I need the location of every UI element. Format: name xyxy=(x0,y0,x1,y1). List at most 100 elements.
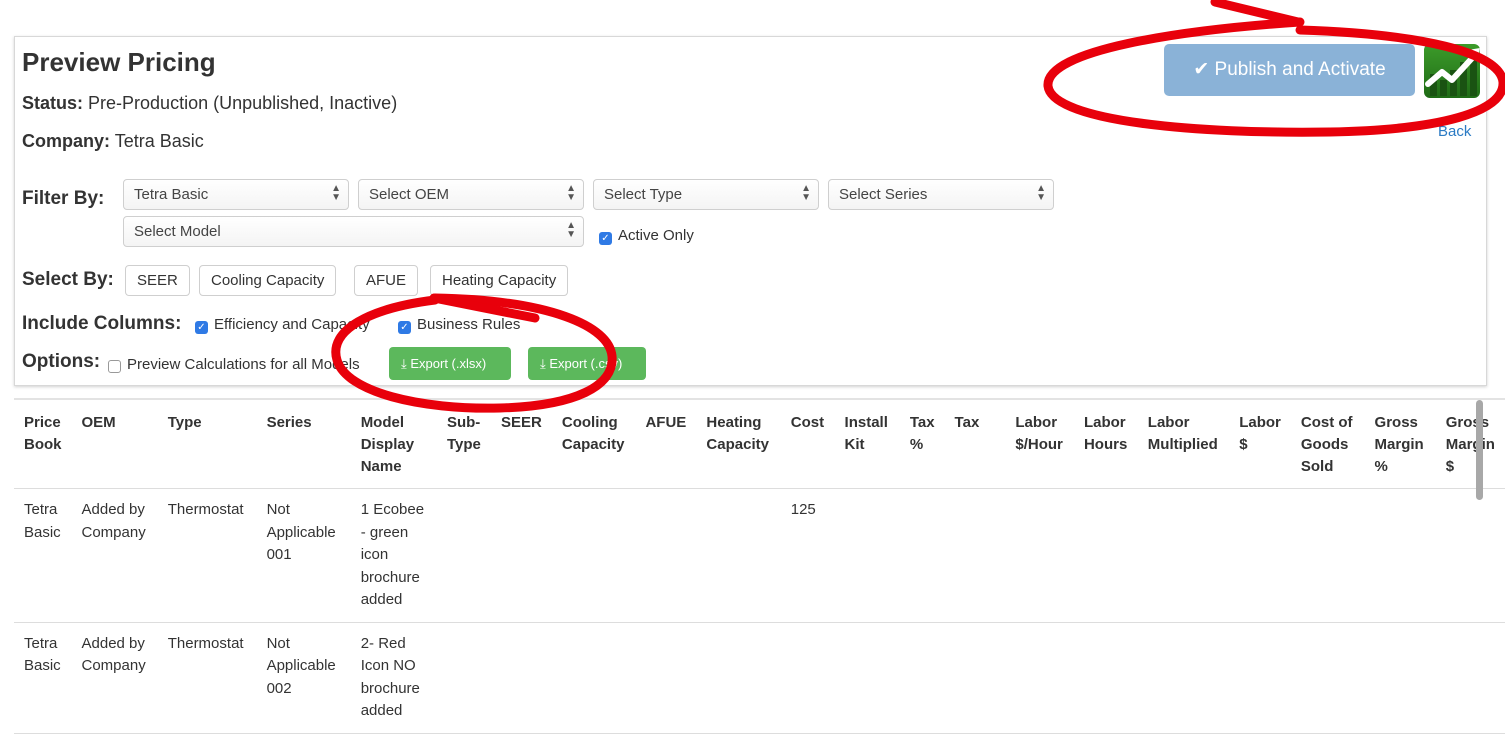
table-cell xyxy=(899,622,945,734)
column-header[interactable]: Model Display Name xyxy=(350,398,437,489)
table-cell: Added by Company xyxy=(71,622,158,734)
select-by-heating-capacity-button[interactable]: Heating Capacity xyxy=(430,265,569,296)
column-header[interactable]: OEM xyxy=(71,398,158,489)
column-header[interactable]: Labor Multiplied xyxy=(1137,398,1230,489)
select-arrows-icon: ▲ ▼ xyxy=(801,183,811,203)
select-by-afue-button[interactable]: AFUE xyxy=(354,265,419,296)
table-cell xyxy=(635,488,697,623)
options-label: Options: xyxy=(22,351,101,372)
table-cell xyxy=(1229,488,1291,623)
column-header[interactable]: Cost xyxy=(780,398,835,489)
column-header[interactable]: SEER xyxy=(490,398,552,489)
oem-select[interactable]: Select OEM ▲ ▼ xyxy=(358,179,584,210)
check-icon: ✔ xyxy=(1193,59,1210,80)
export-xlsx-button[interactable]: ⤓ Export (.xlsx) xyxy=(389,347,511,380)
select-arrows-icon: ▲ ▼ xyxy=(1036,183,1046,203)
table-cell xyxy=(436,488,491,623)
export-csv-label: Export (.csv) xyxy=(549,356,623,371)
column-header[interactable]: Gross Margin % xyxy=(1364,398,1436,489)
status-value: Pre-Production (Unpublished, Inactive) xyxy=(88,93,398,113)
table-cell xyxy=(1137,488,1230,623)
include-columns-label: Include Columns: xyxy=(22,313,182,334)
series-select[interactable]: Select Series ▲ ▼ xyxy=(828,179,1054,210)
business-rules-checkbox[interactable]: ✓ xyxy=(398,321,411,334)
table-cell: Not Applicable 001 xyxy=(256,488,351,623)
column-header[interactable]: Labor $/Hour xyxy=(1005,398,1074,489)
column-header[interactable]: Labor Hours xyxy=(1073,398,1138,489)
active-only-label: Active Only xyxy=(618,227,694,244)
preview-calc-checkbox[interactable]: ✓ xyxy=(108,360,121,373)
table-cell xyxy=(1073,622,1138,734)
preview-calc-checkbox-row[interactable]: ✓ Preview Calculations for all Models xyxy=(108,356,360,373)
column-header[interactable]: Tax xyxy=(944,398,1006,489)
select-by-seer-button[interactable]: SEER xyxy=(125,265,190,296)
business-rules-checkbox-row[interactable]: ✓ Business Rules xyxy=(398,316,520,334)
table-cell xyxy=(551,488,636,623)
column-header[interactable]: Price Book xyxy=(14,398,72,489)
oem-select-value: Select OEM xyxy=(369,186,450,203)
table-scrollbar[interactable] xyxy=(1476,400,1483,500)
table-cell xyxy=(551,622,636,734)
active-only-checkbox[interactable]: ✓ xyxy=(599,232,612,245)
table-scroll-track[interactable] xyxy=(1474,398,1485,700)
column-header[interactable]: Heating Capacity xyxy=(696,398,781,489)
column-header[interactable]: AFUE xyxy=(635,398,697,489)
column-header[interactable]: Series xyxy=(256,398,351,489)
filter-label: Filter By: xyxy=(22,188,105,209)
trending-chart-icon[interactable] xyxy=(1424,44,1480,98)
preview-calc-label: Preview Calculations for all Models xyxy=(127,356,360,373)
active-only-checkbox-row[interactable]: ✓ Active Only xyxy=(599,227,694,245)
status-line: Status: Pre-Production (Unpublished, Ina… xyxy=(22,93,397,114)
table-row[interactable]: Tetra Basic Added by Company Thermostat … xyxy=(14,488,1505,623)
efficiency-checkbox-row[interactable]: ✓ Efficiency and Capacity xyxy=(195,316,370,334)
type-select[interactable]: Select Type ▲ ▼ xyxy=(593,179,819,210)
table-cell: 2- Red Icon NO brochure added xyxy=(350,622,437,734)
export-csv-button[interactable]: ⤓ Export (.csv) xyxy=(528,347,646,380)
table-cell: Not Applicable 002 xyxy=(256,622,351,734)
table-cell xyxy=(1290,488,1365,623)
back-link[interactable]: Back xyxy=(1438,123,1471,140)
price-book-select[interactable]: Tetra Basic ▲ ▼ xyxy=(123,179,349,210)
table-cell: Tetra Basic xyxy=(14,488,72,623)
table-cell xyxy=(1005,622,1074,734)
table-cell xyxy=(1435,488,1505,623)
efficiency-label: Efficiency and Capacity xyxy=(214,316,370,333)
company-line: Company: Tetra Basic xyxy=(22,131,204,152)
column-header[interactable]: Cost of Goods Sold xyxy=(1290,398,1365,489)
table-cell xyxy=(944,488,1006,623)
table-cell xyxy=(1435,622,1505,734)
model-select-value: Select Model xyxy=(134,223,221,240)
column-header[interactable]: Sub-Type xyxy=(436,398,491,489)
series-select-value: Select Series xyxy=(839,186,928,203)
table-cell: Added by Company xyxy=(71,488,158,623)
column-header[interactable]: Labor $ xyxy=(1229,398,1291,489)
company-value: Tetra Basic xyxy=(114,131,204,151)
business-rules-label: Business Rules xyxy=(417,316,521,333)
efficiency-checkbox[interactable]: ✓ xyxy=(195,321,208,334)
table-cell xyxy=(1229,622,1291,734)
table-row[interactable]: Tetra Basic Added by Company Thermostat … xyxy=(14,622,1505,734)
page-title: Preview Pricing xyxy=(22,47,216,77)
table-cell xyxy=(780,622,835,734)
table-cell xyxy=(696,488,781,623)
column-header[interactable]: Cooling Capacity xyxy=(551,398,636,489)
table-cell xyxy=(899,488,945,623)
download-icon: ⤓ xyxy=(540,356,546,371)
table-cell: 125 xyxy=(780,488,835,623)
table-cell xyxy=(1364,622,1436,734)
select-by-cooling-capacity-button[interactable]: Cooling Capacity xyxy=(199,265,337,296)
table-cell: Thermostat xyxy=(157,622,257,734)
table-cell xyxy=(490,622,552,734)
table-cell xyxy=(1290,622,1365,734)
table-cell xyxy=(1073,488,1138,623)
model-select[interactable]: Select Model ▲ ▼ xyxy=(123,216,584,247)
column-header[interactable]: Tax % xyxy=(899,398,945,489)
select-by-label: Select By: xyxy=(22,269,114,290)
column-header[interactable]: Install Kit xyxy=(834,398,900,489)
table-cell xyxy=(490,488,552,623)
publish-activate-button[interactable]: ✔ Publish and Activate xyxy=(1164,44,1415,96)
type-select-value: Select Type xyxy=(604,186,683,203)
column-header[interactable]: Type xyxy=(157,398,257,489)
column-header[interactable]: Gross Margin $ xyxy=(1435,398,1505,489)
table-cell xyxy=(436,622,491,734)
